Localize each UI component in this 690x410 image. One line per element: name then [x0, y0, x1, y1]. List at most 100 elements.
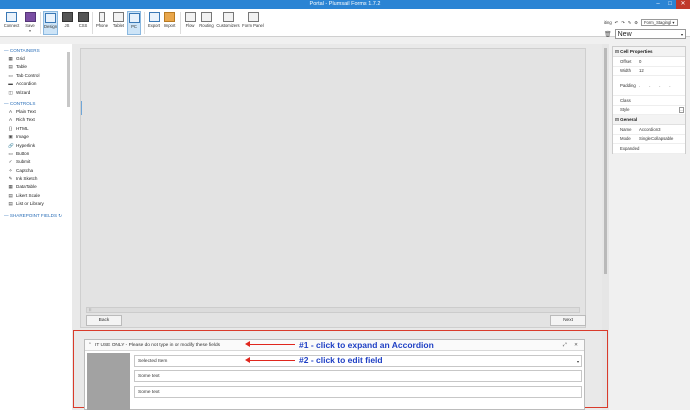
form-select-row: 🗑 New ▾: [604, 29, 686, 39]
container-item-icon: ▤: [8, 64, 13, 70]
sidebar-scrollbar[interactable]: [67, 52, 70, 107]
form-panel-button[interactable]: Form Panel: [241, 11, 265, 35]
image-placeholder[interactable]: [87, 353, 130, 410]
container-item-icon: ▦: [8, 56, 13, 61]
stage-select[interactable]: Form_Stagingl ▾: [641, 18, 678, 26]
toolbox-sidebar: — CONTAINERS ▦ Grid ▤ Table ▭ Tab Control ▬ Acc…: [0, 44, 72, 410]
control-item-icon: ✓: [8, 159, 13, 165]
control-item[interactable]: {} HTML: [0, 125, 72, 133]
routing-button[interactable]: Routing: [198, 11, 215, 35]
redo-icon[interactable]: ↷: [621, 20, 625, 25]
annotation-arrow: [245, 355, 295, 365]
container-item[interactable]: ▭ Tab Control: [0, 72, 72, 80]
control-item[interactable]: ▭ Button: [0, 150, 72, 158]
control-item[interactable]: A Plain Text: [0, 108, 72, 116]
control-item[interactable]: ✧ Captcha: [0, 167, 72, 175]
container-item-label: Accordion: [16, 81, 37, 87]
save-button[interactable]: Save ▾: [22, 11, 38, 35]
control-item-icon: ✎: [8, 176, 13, 182]
ribbon-separator: [144, 12, 145, 34]
form-page[interactable]: ⁝⁝: [80, 48, 586, 328]
save-icon: [24, 12, 36, 22]
back-button[interactable]: Back: [86, 315, 122, 326]
phone-button[interactable]: Phone: [95, 11, 109, 35]
refresh-icon[interactable]: ↻: [58, 213, 62, 218]
padding-editor[interactable]: - - - -: [639, 82, 685, 90]
minimize-button[interactable]: –: [652, 0, 664, 9]
text-field[interactable]: Some text: [134, 370, 582, 382]
css-button[interactable]: CSS: [76, 11, 90, 35]
export-icon: [148, 12, 160, 22]
container-item[interactable]: ▤ Table: [0, 63, 72, 71]
next-button[interactable]: Next: [550, 315, 586, 326]
title-bar: Portal - Plumsail Forms 1.7.2 – □ ✕: [0, 0, 690, 9]
prop-padding[interactable]: Padding - - - -: [613, 76, 685, 96]
control-item-label: List or Library: [16, 201, 44, 207]
control-item[interactable]: ▣ Image: [0, 133, 72, 141]
horizontal-scrollbar[interactable]: ⁝⁝: [86, 307, 580, 313]
import-button[interactable]: Import: [162, 11, 177, 35]
container-item-label: Table: [16, 64, 27, 70]
control-item[interactable]: ✓ Submit: [0, 158, 72, 166]
collapse-icon: —: [4, 212, 9, 218]
control-item[interactable]: ✎ Ink Sketch: [0, 175, 72, 183]
pc-button[interactable]: PC: [127, 11, 141, 35]
controls-section[interactable]: — CONTROLS: [0, 99, 72, 108]
prop-class[interactable]: Class: [613, 96, 685, 106]
accordion-tools[interactable]: ⤢ ✕: [563, 342, 581, 348]
control-item-icon: ▦: [8, 184, 13, 190]
chevron-down-icon: ▾: [672, 19, 675, 25]
containers-section[interactable]: — CONTAINERS: [0, 46, 72, 55]
control-item-icon: {}: [8, 125, 13, 131]
prop-expanded[interactable]: Expanded: [613, 144, 685, 154]
customizers-button[interactable]: Customizers: [216, 11, 240, 35]
phone-icon: [99, 12, 105, 22]
container-item[interactable]: ◫ Wizard: [0, 89, 72, 97]
design-button[interactable]: Design: [43, 11, 58, 35]
collapse-icon: —: [4, 48, 9, 53]
maximize-button[interactable]: □: [664, 0, 676, 9]
general-header[interactable]: ⊟ General: [613, 115, 685, 125]
js-button[interactable]: JS: [60, 11, 74, 35]
flow-button[interactable]: Flow: [183, 11, 197, 35]
sharepoint-fields-section[interactable]: — SHAREPOINT FIELDS ↻: [0, 211, 72, 221]
control-item-icon: ▤: [8, 192, 13, 198]
collapse-icon: ⊟: [615, 49, 619, 54]
editing-label: iting: [604, 19, 612, 25]
text-field[interactable]: Some text: [134, 386, 582, 398]
control-item[interactable]: A Rich Text: [0, 116, 72, 124]
ribbon-separator: [40, 12, 41, 34]
control-item-icon: ▤: [8, 201, 13, 207]
control-item[interactable]: ▤ Likert Scale: [0, 192, 72, 200]
edit-icon[interactable]: ✎: [628, 20, 632, 25]
control-item-label: Captcha: [16, 167, 34, 173]
gear-icon[interactable]: ⚙: [634, 20, 638, 25]
controls-list: A Plain Text A Rich Text{} HTML ▣ Image 🔗 Hyperl…: [0, 108, 72, 209]
connect-button[interactable]: Connect: [3, 11, 20, 35]
control-item-label: Button: [16, 150, 30, 156]
control-item[interactable]: ▤ List or Library: [0, 200, 72, 208]
style-edit-button[interactable]: …: [679, 106, 684, 113]
undo-icon[interactable]: ↶: [615, 20, 619, 25]
cell-properties-header[interactable]: ⊟ Cell Properties: [613, 47, 685, 57]
prop-mode[interactable]: Mode SingleCollapsable: [613, 135, 685, 144]
scrollbar-thumb[interactable]: [604, 48, 607, 274]
export-button[interactable]: Export: [147, 11, 161, 35]
container-item[interactable]: ▦ Grid: [0, 55, 72, 63]
container-item-label: Wizard: [16, 89, 31, 95]
accordion-title[interactable]: IT USE ONLY - Please do not type in or m…: [95, 343, 220, 348]
prop-style[interactable]: Style …: [613, 106, 685, 115]
collapse-icon: —: [4, 100, 9, 106]
close-button[interactable]: ✕: [676, 0, 690, 9]
form-select[interactable]: New ▾: [614, 29, 686, 39]
prop-name[interactable]: Name Accordion3: [613, 125, 685, 135]
chevron-up-icon[interactable]: ⌃: [88, 342, 92, 348]
control-item[interactable]: ▦ DataTable: [0, 183, 72, 191]
container-item-label: Tab Control: [16, 72, 40, 78]
prop-offset[interactable]: Offset 0: [613, 57, 685, 67]
tablet-button[interactable]: Tablet: [111, 11, 126, 35]
prop-width[interactable]: Width 12: [613, 67, 685, 76]
control-item[interactable]: 🔗 Hyperlink: [0, 142, 72, 150]
container-item[interactable]: ▬ Accordion: [0, 80, 72, 88]
trash-icon[interactable]: 🗑: [604, 31, 612, 38]
